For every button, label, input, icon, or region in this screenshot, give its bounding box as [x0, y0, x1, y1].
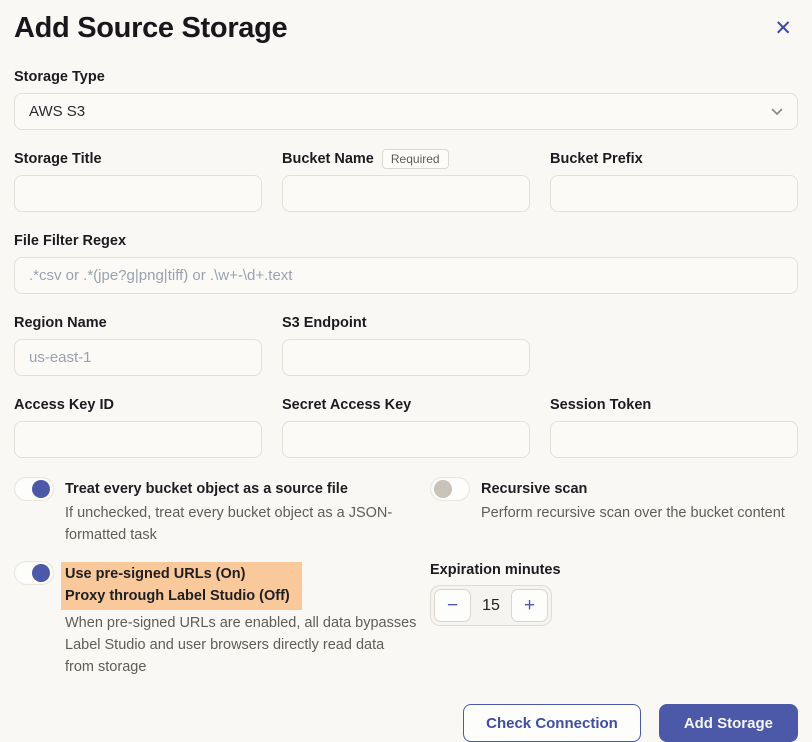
- dialog-footer: Check Connection Add Storage: [14, 704, 798, 742]
- presigned-toggle-group: Use pre-signed URLs (On) Proxy through L…: [14, 562, 430, 678]
- file-filter-regex-input[interactable]: [14, 257, 798, 294]
- empty-column: [550, 312, 798, 376]
- secret-access-key-label: Secret Access Key: [282, 394, 530, 415]
- storage-type-section: Storage Type AWS S3: [14, 66, 798, 130]
- presigned-urls-toggle[interactable]: [14, 561, 54, 585]
- expiration-minutes-stepper: − 15 +: [430, 585, 552, 626]
- storage-type-value: AWS S3: [29, 103, 85, 120]
- source-file-text: Treat every bucket object as a source fi…: [65, 478, 417, 546]
- chevron-down-icon: [771, 108, 783, 116]
- recursive-scan-toggle[interactable]: [430, 477, 470, 501]
- file-filter-section: File Filter Regex: [14, 230, 798, 294]
- bucket-name-label: Bucket Name Required: [282, 148, 530, 169]
- access-key-id-input[interactable]: [14, 421, 262, 458]
- toggle-knob: [32, 564, 50, 582]
- bucket-prefix-label: Bucket Prefix: [550, 148, 798, 169]
- storage-type-label: Storage Type: [14, 66, 798, 87]
- source-file-toggle[interactable]: [14, 477, 54, 501]
- s3-endpoint-field-group: S3 Endpoint: [282, 312, 530, 376]
- recursive-scan-text: Recursive scan Perform recursive scan ov…: [481, 478, 785, 524]
- presigned-label-line1: Use pre-signed URLs (On): [65, 563, 290, 585]
- increase-button[interactable]: +: [511, 589, 548, 622]
- bucket-row: Storage Title Bucket Name Required Bucke…: [14, 148, 798, 212]
- close-icon[interactable]: ✕: [768, 14, 798, 43]
- region-name-field-group: Region Name: [14, 312, 262, 376]
- secret-access-key-field-group: Secret Access Key: [282, 394, 530, 458]
- presigned-highlighted-label: Use pre-signed URLs (On) Proxy through L…: [61, 562, 302, 610]
- required-badge: Required: [382, 149, 449, 169]
- session-token-input[interactable]: [550, 421, 798, 458]
- recursive-scan-toggle-group: Recursive scan Perform recursive scan ov…: [430, 478, 798, 546]
- credentials-row: Access Key ID Secret Access Key Session …: [14, 394, 798, 458]
- presigned-text: Use pre-signed URLs (On) Proxy through L…: [65, 562, 417, 678]
- s3-endpoint-label: S3 Endpoint: [282, 312, 530, 333]
- expiration-minutes-value: 15: [471, 597, 511, 615]
- presigned-label-line2: Proxy through Label Studio (Off): [65, 585, 290, 607]
- bucket-name-input[interactable]: [282, 175, 530, 212]
- session-token-field-group: Session Token: [550, 394, 798, 458]
- check-connection-button[interactable]: Check Connection: [463, 704, 641, 742]
- expiration-group: Expiration minutes − 15 +: [430, 562, 798, 678]
- storage-title-field-group: Storage Title: [14, 148, 262, 212]
- recursive-scan-toggle-label: Recursive scan: [481, 478, 785, 500]
- bucket-prefix-input[interactable]: [550, 175, 798, 212]
- source-file-toggle-group: Treat every bucket object as a source fi…: [14, 478, 430, 546]
- page-title: Add Source Storage: [14, 12, 287, 45]
- storage-title-input[interactable]: [14, 175, 262, 212]
- toggle-row-1: Treat every bucket object as a source fi…: [14, 478, 798, 546]
- file-filter-regex-label: File Filter Regex: [14, 230, 798, 251]
- s3-endpoint-input[interactable]: [282, 339, 530, 376]
- bucket-name-label-text: Bucket Name: [282, 151, 374, 167]
- expiration-minutes-label: Expiration minutes: [430, 562, 798, 578]
- storage-title-label: Storage Title: [14, 148, 262, 169]
- access-key-id-label: Access Key ID: [14, 394, 262, 415]
- toggle-knob: [32, 480, 50, 498]
- region-row: Region Name S3 Endpoint: [14, 312, 798, 376]
- source-file-toggle-label: Treat every bucket object as a source fi…: [65, 478, 417, 500]
- region-name-input[interactable]: [14, 339, 262, 376]
- storage-type-select[interactable]: AWS S3: [14, 93, 798, 130]
- recursive-scan-toggle-description: Perform recursive scan over the bucket c…: [481, 502, 785, 524]
- secret-access-key-input[interactable]: [282, 421, 530, 458]
- source-file-toggle-description: If unchecked, treat every bucket object …: [65, 502, 417, 546]
- bucket-name-field-group: Bucket Name Required: [282, 148, 530, 212]
- decrease-button[interactable]: −: [434, 589, 471, 622]
- toggle-knob: [434, 480, 452, 498]
- bucket-prefix-field-group: Bucket Prefix: [550, 148, 798, 212]
- presigned-toggle-description: When pre-signed URLs are enabled, all da…: [65, 612, 417, 678]
- access-key-id-field-group: Access Key ID: [14, 394, 262, 458]
- add-storage-button[interactable]: Add Storage: [659, 704, 798, 742]
- toggle-row-2: Use pre-signed URLs (On) Proxy through L…: [14, 562, 798, 678]
- session-token-label: Session Token: [550, 394, 798, 415]
- dialog-header: Add Source Storage ✕: [14, 12, 798, 45]
- region-name-label: Region Name: [14, 312, 262, 333]
